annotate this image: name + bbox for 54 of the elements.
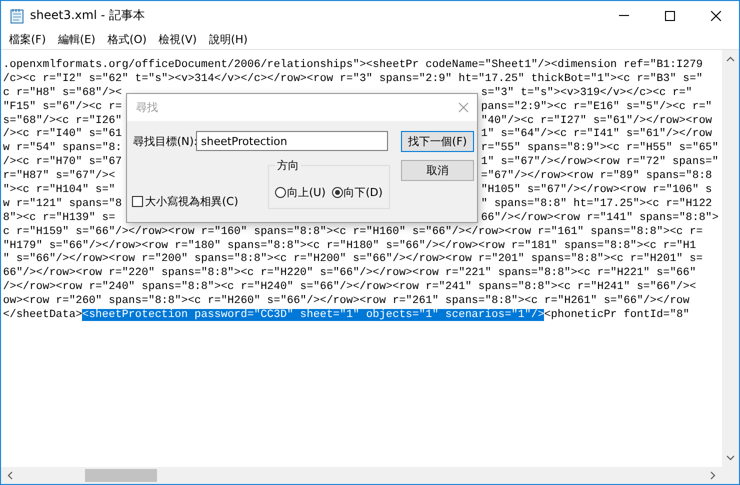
code-line: pans="2:9"><c r="E16" s="5"/><c r=" [481, 100, 714, 115]
group-label: 方向 [275, 158, 301, 173]
code-line: r="55" spans="8:9"><c r="H55" s="65" [481, 142, 720, 156]
maximize-icon[interactable] [665, 10, 675, 20]
code-line: .openxmlformats.org/officeDocument/2006/relationships"><sheetPr codeName="Sheet1"/><dimension ref="B1:I279 [3, 59, 703, 71]
scroll-down-icon[interactable] [726, 455, 735, 461]
code-line: s="3" t="s"><v>319</v></c><c r=" [481, 86, 694, 101]
menu-item[interactable]: 編輯(E) [52, 32, 102, 46]
code-line: "40"/><c r="I27" s="61"/></row><row [481, 114, 714, 128]
radio-option[interactable]: 向下(D) [332, 185, 383, 200]
menu-item[interactable]: 檢視(V) [152, 32, 203, 46]
code-line: /><c r="H70" s="67 [3, 156, 123, 170]
dialog-title: 尋找 [136, 100, 158, 115]
code-line: "H179" s="66"/></row><row r="180" spans="8:8"><c r="H180" s="66"/></row><row r="181" spans="8:8"><c r="H1 [3, 240, 696, 252]
find-next-button[interactable]: 找下一個(F) [401, 131, 474, 152]
code-line: 1" s="67"/></row><row r="72" spans=" [481, 156, 720, 170]
code-line: "><c r="H104" s=" [3, 184, 116, 198]
find-label: 尋找目標(N): [133, 134, 198, 149]
close-icon[interactable] [711, 10, 721, 20]
code-line: </sheetData> [3, 309, 82, 322]
code-line: /><c r="I40" s="61 [3, 128, 123, 142]
code-line: 66"/></row><row r="220" spans="8:8"><c r="H220" s="66"/></row><row r="221" spans="8:8"><c r="H221" s="66" [3, 267, 696, 280]
code-line: c r="H159" s="66"/></row><row r="160" spans="8:8"><c r="H160" s="66"/></row><row r="161" spans="8:8"><c r= [3, 226, 703, 238]
code-line: w r="121" spans="8 [3, 198, 123, 212]
code-line: /c><c r="I2" s="62" t="s"><v>314</v></c></row><row r="3" spans="2:9" ht="17.25" thickBot="1"><c r="B3" s=" [3, 72, 703, 85]
code-line: /></row><row r="240" spans="8:8"><c r="H240" s="66"/></row><row r="241" spans="8:8"><c r="H241" s="66"/>< [3, 281, 696, 294]
scroll-left-icon[interactable] [7, 471, 13, 480]
notepad-icon [10, 8, 24, 24]
code-line: "F15" s="6"/><c r= [3, 100, 123, 115]
menu-item[interactable]: 說明(H) [202, 32, 254, 46]
menu-item[interactable]: 格式(O) [101, 32, 153, 46]
scrollbar-thumb[interactable] [85, 469, 157, 482]
code-line: " spans="8:8" ht="17.25"><c r="H122 [481, 198, 714, 212]
code-line: w r="54" spans="8: [3, 142, 123, 156]
code-line: 8"><c r="H139" s= [3, 212, 116, 226]
code-line: s="68"/><c r="I26" [3, 114, 123, 128]
code-line: 66"/></row><row r="141" spans="8:8"> [481, 212, 720, 226]
code-line: <phoneticPr fontId="8" [544, 309, 690, 322]
radio-option[interactable]: 向上(U) [275, 185, 326, 200]
code-line: 1" s="64"/><c r="I41" s="61"/></row [481, 128, 714, 142]
window-title: sheet3.xml - 記事本 [30, 7, 146, 24]
code-line: c r="H8" s="68"/>< [3, 86, 123, 101]
menu-item[interactable]: 檔案(F) [3, 32, 52, 46]
scroll-right-icon[interactable] [710, 471, 716, 480]
scroll-up-icon[interactable] [726, 56, 735, 62]
find-field[interactable]: sheetProtection [196, 131, 388, 151]
code-line: " s="66"/></row><row r="200" spans="8:8"><c r="H200" s="66"/></row><row r="201" spans="8:8"><c r="H201" s= [3, 253, 703, 266]
code-line: r="H87" s="67"/>< [3, 170, 116, 184]
code-line: "H105" s="67"/></row><row r="106" s [481, 184, 714, 198]
match-case-checkbox[interactable]: 大小寫視為相異(C) [132, 194, 238, 209]
code-line: ="67"/></row><row r="89" spans="8:8 [481, 170, 714, 184]
cancel-button[interactable]: 取消 [401, 160, 474, 181]
code-line: ow><row r="260" spans="8:8"><c r="H260" s="66"/></row><row r="261" spans="8:8"><c r="H261" s="66"/></row [3, 295, 690, 308]
selected-text: <sheetProtection password="CC3D" sheet="1" objects="1" scenarios="1"/> [82, 309, 544, 322]
